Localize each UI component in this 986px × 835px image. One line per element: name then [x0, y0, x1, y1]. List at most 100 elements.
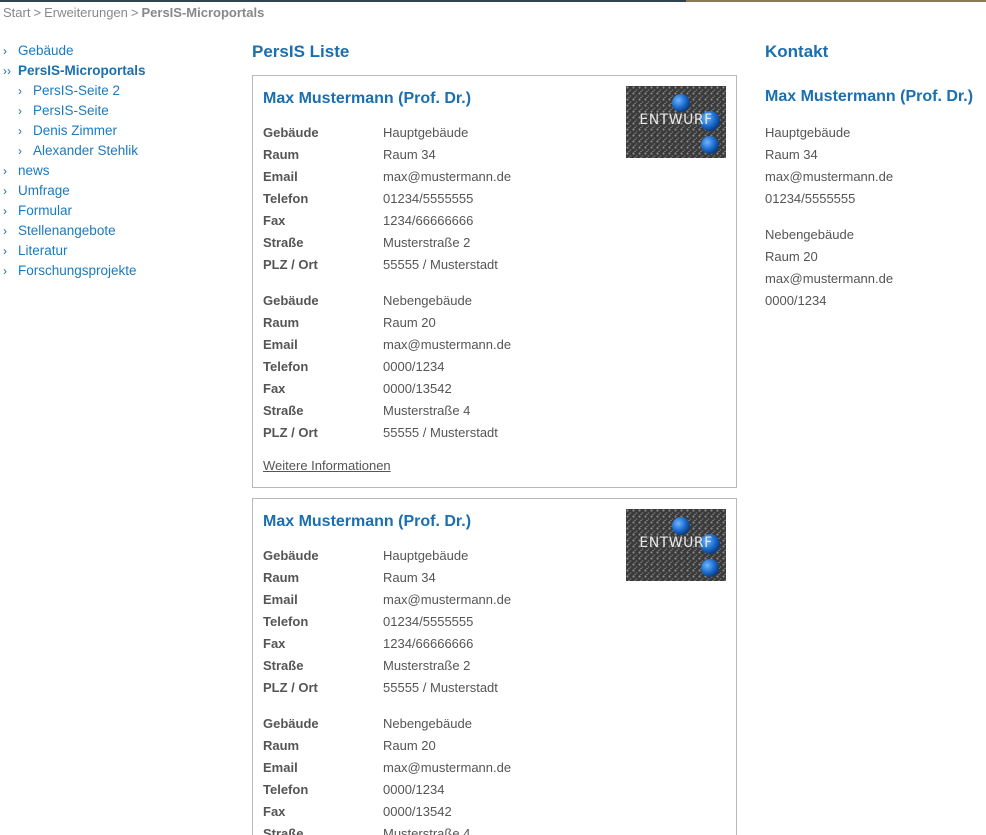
sidebar-item[interactable]: › Gebäude	[3, 41, 233, 61]
detail-label: Telefon	[263, 614, 309, 629]
sidebar-item-label[interactable]: PersIS-Seite	[33, 103, 109, 118]
sidebar-item[interactable]: › PersIS-Seite 2	[3, 81, 233, 101]
sidebar-item-label[interactable]: Umfrage	[18, 183, 70, 198]
breadcrumb-separator: >	[33, 5, 42, 20]
detail-label: Gebäude	[263, 716, 319, 731]
sidebar-item[interactable]: › Literatur	[3, 241, 233, 261]
sidebar-nav: › Gebäude ›› PersIS-Microportals › PersIS-Sei…	[3, 41, 233, 281]
chevron-right-icon: ›	[3, 44, 7, 58]
detail-label: PLZ / Ort	[263, 425, 318, 440]
detail-value: 0000/13542	[383, 804, 452, 819]
detail-value: Hauptgebäude	[383, 125, 469, 140]
detail-value: Musterstraße 2	[383, 235, 471, 250]
detail-label: Gebäude	[263, 293, 319, 308]
detail-label: Straße	[263, 826, 304, 835]
sidebar-item[interactable]: ›› PersIS-Microportals	[3, 61, 233, 81]
chevron-right-icon: ›	[3, 184, 7, 198]
detail-row: Fax 1234/66666666	[263, 633, 726, 655]
address-block: Gebäude Nebengebäude Raum Raum 20 Email max@m…	[263, 290, 726, 444]
detail-row: Gebäude Nebengebäude	[263, 290, 726, 312]
person-card: Max Mustermann (Prof. Dr.) ENTWURF Gebäude…	[252, 498, 737, 835]
sidebar-item-label[interactable]: Stellenangebote	[18, 223, 116, 238]
person-photo: ENTWURF	[626, 509, 726, 581]
sidebar-item-label[interactable]: news	[18, 163, 50, 178]
sidebar-item-label[interactable]: PersIS-Seite 2	[33, 83, 120, 98]
sidebar-item-label[interactable]: Forschungsprojekte	[18, 263, 137, 278]
sidebar-item[interactable]: › Umfrage	[3, 181, 233, 201]
sidebar-item[interactable]: › Forschungsprojekte	[3, 261, 233, 281]
chevron-right-icon: ›	[3, 224, 7, 238]
sidebar-item[interactable]: › Alexander Stehlik	[3, 141, 233, 161]
detail-row: Telefon 0000/1234	[263, 356, 726, 378]
breadcrumb-erweiterungen[interactable]: Erweiterungen	[44, 5, 128, 20]
detail-row: Email max@mustermann.de	[263, 757, 726, 779]
sidebar-item[interactable]: › PersIS-Seite	[3, 101, 233, 121]
sidebar-item-label[interactable]: Alexander Stehlik	[33, 143, 138, 158]
breadcrumb-separator: >	[130, 5, 139, 20]
detail-row: Straße Musterstraße 2	[263, 655, 726, 677]
photo-watermark: ENTWURF	[639, 112, 713, 128]
sidebar-item[interactable]: › Stellenangebote	[3, 221, 233, 241]
more-info-link[interactable]: Weitere Informationen	[263, 458, 391, 473]
detail-row: Telefon 0000/1234	[263, 779, 726, 801]
detail-row: PLZ / Ort 55555 / Musterstadt	[263, 254, 726, 276]
detail-label: Straße	[263, 235, 304, 250]
breadcrumb-start[interactable]: Start	[3, 5, 30, 20]
detail-label: Raum	[263, 738, 300, 753]
detail-row: Straße Musterstraße 2	[263, 232, 726, 254]
sidebar-item[interactable]: › Denis Zimmer	[3, 121, 233, 141]
detail-label: Gebäude	[263, 125, 319, 140]
detail-row: Email max@mustermann.de	[263, 589, 726, 611]
person-card: Max Mustermann (Prof. Dr.) ENTWURF Gebäude…	[252, 75, 737, 488]
detail-value: 55555 / Musterstadt	[383, 680, 498, 695]
contact-line: Nebengebäude	[765, 227, 854, 242]
detail-row: PLZ / Ort 55555 / Musterstadt	[263, 677, 726, 699]
contact-block: Hauptgebäude Raum 34 max@mustermann.de 0123…	[765, 122, 986, 210]
sidebar-item-label[interactable]: Literatur	[18, 243, 68, 258]
detail-row: PLZ / Ort 55555 / Musterstadt	[263, 422, 726, 444]
detail-value: 01234/5555555	[383, 614, 474, 629]
detail-label: Telefon	[263, 782, 309, 797]
detail-value: max@mustermann.de	[383, 592, 512, 607]
breadcrumb-current: PersIS-Microportals	[141, 5, 265, 20]
detail-label: PLZ / Ort	[263, 257, 318, 272]
detail-value: Raum 34	[383, 147, 436, 162]
breadcrumb: Start > Erweiterungen > PersIS-Microportals	[3, 5, 264, 20]
detail-label: Raum	[263, 315, 300, 330]
detail-label: Raum	[263, 570, 300, 585]
chevron-right-icon: ›	[18, 104, 22, 118]
detail-value: max@mustermann.de	[383, 760, 512, 775]
detail-value: Nebengebäude	[383, 293, 472, 308]
page-title: PersIS Liste	[252, 42, 350, 61]
contact-line: 01234/5555555	[765, 191, 856, 206]
detail-value: 0000/13542	[383, 381, 452, 396]
detail-row: Fax 0000/13542	[263, 801, 726, 823]
detail-label: Fax	[263, 381, 286, 396]
detail-label: Fax	[263, 213, 286, 228]
contact-line: 0000/1234	[765, 293, 827, 308]
detail-value: Musterstraße 4	[383, 826, 471, 835]
detail-row: Fax 0000/13542	[263, 378, 726, 400]
detail-label: Fax	[263, 804, 286, 819]
header-photo	[686, 0, 986, 2]
detail-label: Email	[263, 592, 298, 607]
sidebar-item[interactable]: › Formular	[3, 201, 233, 221]
sidebar-item-label[interactable]: PersIS-Microportals	[18, 63, 146, 78]
sidebar-item[interactable]: › news	[3, 161, 233, 181]
contact-line: Raum 20	[765, 249, 818, 264]
sidebar-item-label[interactable]: Denis Zimmer	[33, 123, 117, 138]
detail-label: Email	[263, 760, 298, 775]
contact-box: Max Mustermann (Prof. Dr.) Hauptgebäude Ra…	[765, 86, 986, 326]
detail-label: Fax	[263, 636, 286, 651]
detail-value: Raum 20	[383, 738, 436, 753]
sidebar-item-label[interactable]: Formular	[18, 203, 72, 218]
contact-block: Nebengebäude Raum 20 max@mustermann.de 0000…	[765, 224, 986, 312]
contact-heading: Kontakt	[765, 42, 829, 61]
person-photo: ENTWURF	[626, 86, 726, 158]
detail-value: Musterstraße 2	[383, 658, 471, 673]
detail-value: 55555 / Musterstadt	[383, 425, 498, 440]
sidebar-item-label[interactable]: Gebäude	[18, 43, 74, 58]
address-block: Gebäude Nebengebäude Raum Raum 20 Email max@m…	[263, 713, 726, 835]
chevron-right-icon: ›	[3, 204, 7, 218]
chevron-right-icon: ›	[3, 244, 7, 258]
